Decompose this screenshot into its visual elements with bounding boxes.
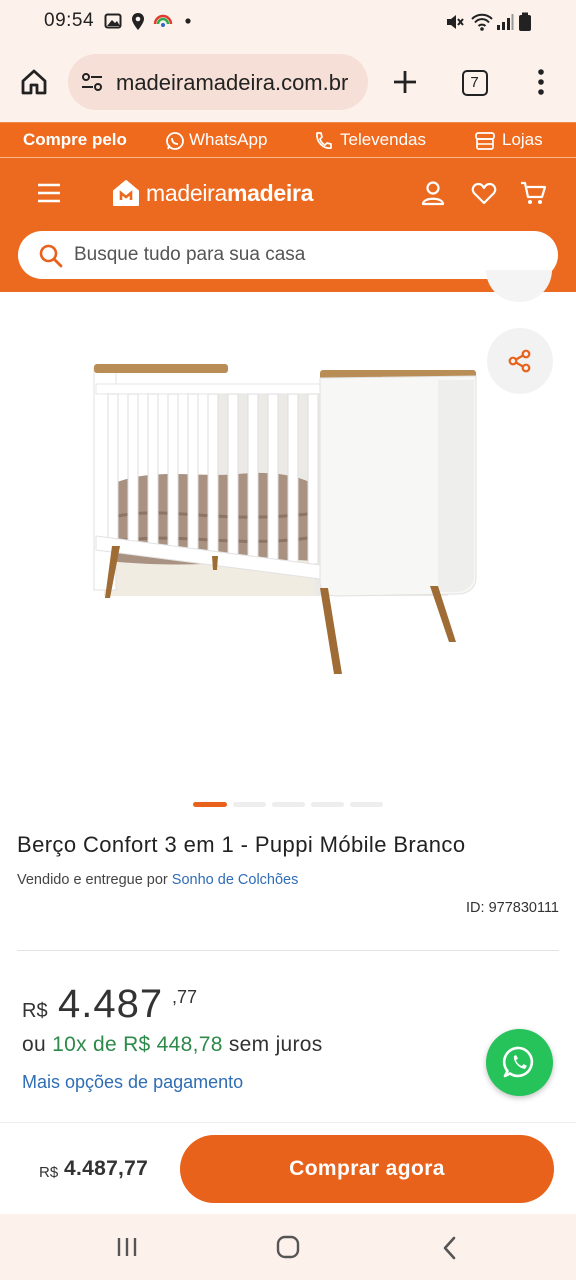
price-cents: ,77: [172, 987, 198, 1007]
installments-text: ou 10x de R$ 448,78 sem juros: [22, 1033, 323, 1057]
hamburger-menu-icon[interactable]: [37, 182, 61, 204]
buy-bar-currency: R$: [39, 1164, 59, 1181]
search-icon[interactable]: [38, 243, 64, 269]
seller-line: Vendido e entregue por Sonho de Colchões: [17, 872, 298, 888]
store-icon[interactable]: [474, 131, 496, 151]
whatsapp-icon: [502, 1046, 534, 1078]
televendas-link[interactable]: Televendas: [340, 130, 426, 150]
favorites-heart-icon[interactable]: [471, 182, 497, 206]
carousel-dot-active[interactable]: [193, 802, 227, 807]
tab-count: 7: [470, 74, 479, 91]
whatsapp-link[interactable]: WhatsApp: [189, 130, 267, 150]
gallery-icon: [104, 13, 122, 29]
product-title: Berço Confort 3 em 1 - Puppi Móbile Bran…: [17, 832, 466, 857]
wifi-icon: [471, 13, 493, 31]
contact-strip: Compre pelo WhatsApp Televendas Lojas: [0, 122, 576, 158]
contact-lead: Compre pelo: [23, 130, 127, 149]
whatsapp-chat-button[interactable]: [486, 1029, 553, 1096]
status-time: 09:54: [44, 10, 95, 31]
home-button-icon[interactable]: [276, 1234, 300, 1260]
share-icon: [508, 349, 531, 373]
status-bar: 09:54: [0, 0, 576, 42]
buy-bar-price: 4.487,77: [64, 1157, 149, 1180]
mute-icon: [447, 15, 464, 29]
price-integer: 4.487: [58, 982, 164, 1026]
installments-value: 10x de R$ 448,78: [52, 1033, 223, 1056]
url-text[interactable]: madeiramadeira.com.br: [116, 70, 348, 96]
price-currency: R$: [22, 1000, 48, 1022]
google-app-icon: [153, 14, 173, 27]
carousel-dot[interactable]: [272, 802, 305, 807]
more-payment-options-link[interactable]: Mais opções de pagamento: [22, 1072, 243, 1093]
recent-apps-icon[interactable]: [116, 1236, 138, 1258]
page: 09:54 madeiramadeira.com.br 7 Compre pel…: [0, 0, 576, 1280]
carousel-dot[interactable]: [233, 802, 266, 807]
dot-icon: [185, 18, 191, 24]
carousel-dot[interactable]: [311, 802, 344, 807]
logo-text-bold: madeira: [227, 180, 314, 206]
signal-icon: [497, 14, 514, 30]
installments-suffix: sem juros: [228, 1033, 323, 1056]
new-tab-icon[interactable]: [392, 69, 418, 95]
home-icon[interactable]: [20, 68, 48, 96]
address-bar[interactable]: madeiramadeira.com.br: [68, 54, 368, 110]
search-input[interactable]: Busque tudo para sua casa: [74, 244, 305, 266]
buy-bar: R$ 4.487,77 Comprar agora: [0, 1122, 576, 1214]
carousel-dot[interactable]: [350, 802, 383, 807]
product-id: ID: 977830111: [466, 900, 559, 916]
divider: [17, 950, 559, 951]
favorite-button-partial[interactable]: [486, 270, 552, 302]
system-nav-bar: [0, 1214, 576, 1280]
phone-icon[interactable]: [313, 131, 333, 151]
browser-toolbar: madeiramadeira.com.br 7: [0, 42, 576, 122]
logo-text-regular: madeira: [146, 180, 227, 206]
menu-dots-icon[interactable]: [536, 68, 546, 96]
location-icon: [132, 13, 144, 30]
shopping-cart-icon[interactable]: [520, 180, 548, 206]
share-button[interactable]: [487, 328, 553, 394]
product-image[interactable]: [88, 356, 484, 686]
product-image-gallery[interactable]: [0, 270, 576, 822]
seller-name-link[interactable]: Sonho de Colchões: [172, 872, 299, 888]
battery-icon: [519, 12, 531, 31]
site-settings-icon[interactable]: [80, 70, 104, 94]
whatsapp-icon[interactable]: [165, 131, 185, 151]
tabs-button[interactable]: 7: [462, 70, 488, 96]
search-bar[interactable]: Busque tudo para sua casa: [18, 231, 558, 279]
logo-house-icon[interactable]: [111, 178, 141, 208]
lojas-link[interactable]: Lojas: [502, 130, 543, 150]
buy-now-button[interactable]: Comprar agora: [180, 1135, 554, 1203]
installments-prefix: ou: [22, 1033, 46, 1056]
back-icon[interactable]: [441, 1236, 457, 1260]
seller-prefix: Vendido e entregue por: [17, 872, 168, 888]
site-logo[interactable]: madeiramadeira: [146, 180, 313, 207]
user-account-icon[interactable]: [421, 180, 445, 206]
